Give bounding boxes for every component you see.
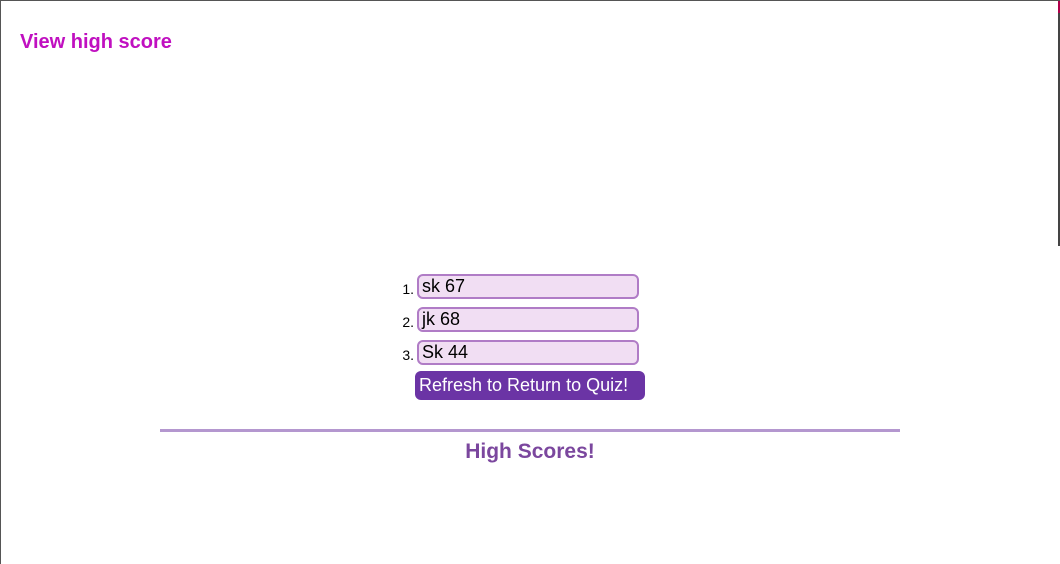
high-scores-heading: High Scores!: [465, 440, 595, 463]
refresh-return-button[interactable]: Refresh to Return to Quiz!: [415, 371, 645, 400]
score-entry: sk 67: [417, 274, 639, 299]
refresh-row: Refresh to Return to Quiz!: [389, 369, 649, 402]
score-rank: 1.: [402, 280, 414, 297]
high-score-list: 1. sk 67 2. jk 68 3. Sk 44 Refresh to Re…: [389, 270, 649, 402]
score-rank: 2.: [402, 313, 414, 330]
score-row-1: 1. sk 67: [389, 270, 649, 303]
score-row-3: 3. Sk 44: [389, 336, 649, 369]
section-divider: [160, 429, 900, 432]
score-entry: Sk 44: [417, 340, 639, 365]
score-row-2: 2. jk 68: [389, 303, 649, 336]
view-high-score-link[interactable]: View high score: [20, 31, 172, 54]
score-rank: 3.: [402, 346, 414, 363]
page-frame: View high score 1. sk 67 2. jk 68 3. Sk …: [0, 0, 1060, 564]
score-entry: jk 68: [417, 307, 639, 332]
